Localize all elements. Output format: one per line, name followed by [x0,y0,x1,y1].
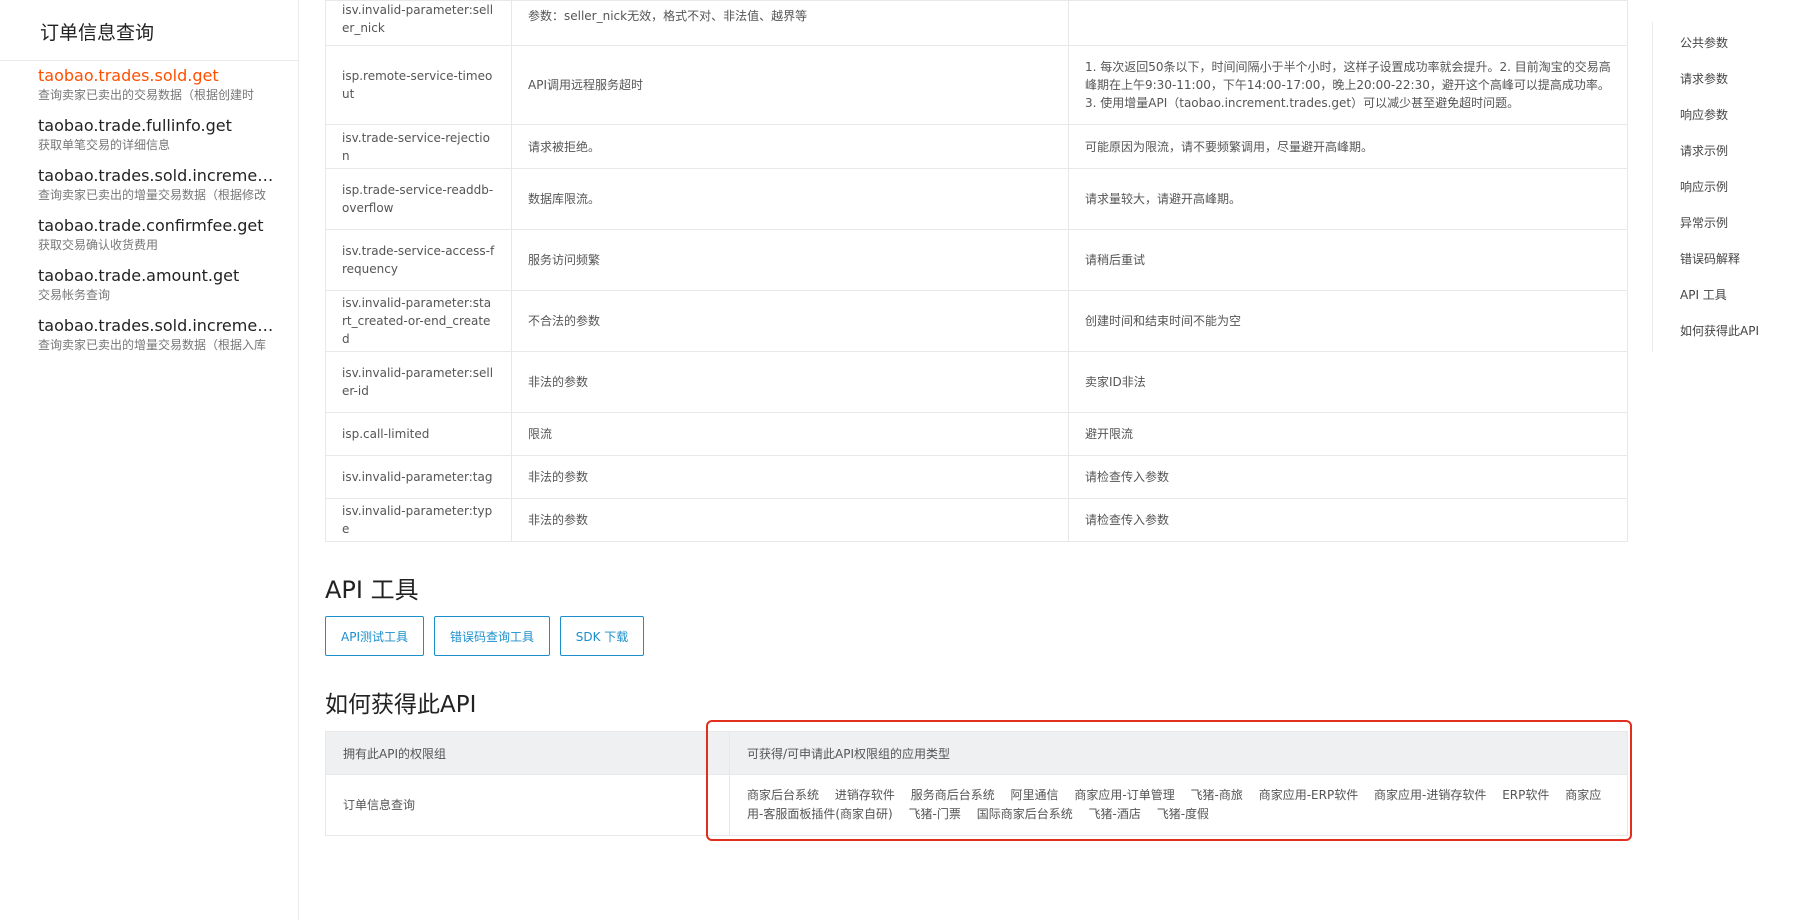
table-row: 订单信息查询 商家后台系统 进销存软件 服务商后台系统 阿里通信 商家应用-订单… [325,774,1628,836]
app-type: 商家应用-订单管理 [1074,788,1175,802]
app-types-header: 可获得/可申请此API权限组的应用类型 [729,731,1628,775]
table-header-row: 拥有此API的权限组 可获得/可申请此API权限组的应用类型 [325,731,1628,775]
table-row: isv.invalid-parameter:seller-id 非法的参数 卖家… [325,351,1628,413]
table-row: isp.call-limited 限流 避开限流 [325,412,1628,456]
permission-table: 拥有此API的权限组 可获得/可申请此API权限组的应用类型 订单信息查询 商家… [325,731,1628,836]
permission-group: 订单信息查询 [325,774,730,836]
error-code: isv.invalid-parameter:start_created-or-e… [325,290,512,352]
app-type: 飞猪-酒店 [1088,807,1141,821]
error-code: isp.trade-service-readdb-overflow [325,168,512,230]
error-solution: 卖家ID非法 [1068,351,1628,413]
app-type: 进销存软件 [834,788,895,802]
nav-error-codes[interactable]: 错误码解释 [1680,250,1740,267]
nav-api-tools[interactable]: API 工具 [1680,286,1727,303]
error-code: isv.trade-service-access-frequency [325,229,512,291]
app-type: 阿里通信 [1010,788,1059,802]
nav-exception-example[interactable]: 异常示例 [1680,214,1728,231]
api-name: taobao.trades.sold.incrementv.get [38,316,274,335]
error-code: isp.remote-service-timeout [325,45,512,125]
error-solution [1068,0,1628,46]
error-solution: 避开限流 [1068,412,1628,456]
api-desc: 查询卖家已卖出的交易数据（根据创建时 [38,88,255,102]
app-type: 商家应用-进销存软件 [1374,788,1487,802]
error-solution: 1. 每次返回50条以下，时间间隔小于半个小时，这样子设置成功率就会提升。2. … [1068,45,1628,125]
sidebar: 订单信息查询 taobao.trades.sold.get 查询卖家已卖出的交易… [0,0,299,920]
sidebar-divider [0,60,298,61]
app-type: 飞猪-门票 [908,807,961,821]
table-row: isp.remote-service-timeout API调用远程服务超时 1… [325,45,1628,125]
error-code: isv.invalid-parameter:seller_nick [325,0,512,46]
nav-response-params[interactable]: 响应参数 [1680,106,1728,123]
error-code-table: isv.invalid-parameter:seller_nick 参数：sel… [325,0,1628,542]
nav-request-params[interactable]: 请求参数 [1680,70,1728,87]
app-type: 服务商后台系统 [910,788,995,802]
sidebar-item-trades-sold-get[interactable]: taobao.trades.sold.get 查询卖家已卖出的交易数据（根据创建… [38,66,274,103]
app-type: ERP软件 [1502,788,1550,802]
error-solution: 可能原因为限流，请不要频繁调用，尽量避开高峰期。 [1068,124,1628,169]
error-code: isv.invalid-parameter:type [325,498,512,542]
api-desc: 获取交易确认收货费用 [38,238,159,252]
error-message: 服务访问频繁 [511,229,1069,291]
api-name: taobao.trades.sold.increment.get [38,166,274,185]
app-type: 商家后台系统 [747,788,820,802]
nav-response-example[interactable]: 响应示例 [1680,178,1728,195]
table-row: isv.invalid-parameter:seller_nick 参数：sel… [325,0,1628,46]
api-desc: 获取单笔交易的详细信息 [38,138,171,152]
error-message: 不合法的参数 [511,290,1069,352]
app-types-list: 商家后台系统 进销存软件 服务商后台系统 阿里通信 商家应用-订单管理 飞猪-商… [729,774,1628,836]
api-desc: 查询卖家已卖出的增量交易数据（根据修改 [38,188,267,202]
api-tools-heading: API 工具 [325,576,419,604]
error-solution: 请检查传入参数 [1068,455,1628,499]
sidebar-item-trade-fullinfo-get[interactable]: taobao.trade.fullinfo.get 获取单笔交易的详细信息 [38,116,274,153]
error-message: 参数：seller_nick无效，格式不对、非法值、越界等 [511,0,1069,46]
error-solution: 请求量较大，请避开高峰期。 [1068,168,1628,230]
error-code-query-button[interactable]: 错误码查询工具 [434,616,550,656]
table-row: isv.invalid-parameter:start_created-or-e… [325,290,1628,352]
sdk-download-button[interactable]: SDK 下载 [560,616,644,656]
sidebar-item-trade-confirmfee-get[interactable]: taobao.trade.confirmfee.get 获取交易确认收货费用 [38,216,274,253]
api-name: taobao.trade.amount.get [38,266,240,285]
api-test-tool-button[interactable]: API测试工具 [325,616,424,656]
sidebar-item-trade-amount-get[interactable]: taobao.trade.amount.get 交易帐务查询 [38,266,274,303]
app-type: 商家应用-ERP软件 [1258,788,1359,802]
error-code: isp.call-limited [325,412,512,456]
api-name: taobao.trade.fullinfo.get [38,116,232,135]
nav-public-params[interactable]: 公共参数 [1680,34,1728,51]
permission-group-header: 拥有此API的权限组 [325,731,730,775]
api-desc: 查询卖家已卖出的增量交易数据（根据入库 [38,338,267,352]
error-message: 限流 [511,412,1069,456]
error-solution: 创建时间和结束时间不能为空 [1068,290,1628,352]
sidebar-item-trades-sold-increment-get[interactable]: taobao.trades.sold.increment.get 查询卖家已卖出… [38,166,274,203]
sidebar-title: 订单信息查询 [40,22,155,44]
main-content: isv.invalid-parameter:seller_nick 参数：sel… [325,0,1628,542]
nav-how-to-get-api[interactable]: 如何获得此API [1680,322,1759,339]
error-code: isv.invalid-parameter:tag [325,455,512,499]
sidebar-item-trades-sold-incrementv-get[interactable]: taobao.trades.sold.incrementv.get 查询卖家已卖… [38,316,274,353]
error-message: 数据库限流。 [511,168,1069,230]
error-message: 非法的参数 [511,455,1069,499]
table-row: isv.invalid-parameter:tag 非法的参数 请检查传入参数 [325,455,1628,499]
api-desc: 交易帐务查询 [38,288,111,302]
error-solution: 请检查传入参数 [1068,498,1628,542]
error-solution: 请稍后重试 [1068,229,1628,291]
app-type: 国际商家后台系统 [976,807,1073,821]
app-type: 飞猪-商旅 [1190,788,1243,802]
table-row: isv.trade-service-access-frequency 服务访问频… [325,229,1628,291]
error-code: isv.trade-service-rejection [325,124,512,169]
error-message: 请求被拒绝。 [511,124,1069,169]
table-row: isv.trade-service-rejection 请求被拒绝。 可能原因为… [325,124,1628,169]
app-type: 飞猪-度假 [1156,807,1210,821]
table-row: isv.invalid-parameter:type 非法的参数 请检查传入参数 [325,498,1628,542]
nav-request-example[interactable]: 请求示例 [1680,142,1728,159]
error-message: API调用远程服务超时 [511,45,1069,125]
error-message: 非法的参数 [511,498,1069,542]
error-message: 非法的参数 [511,351,1069,413]
table-row: isp.trade-service-readdb-overflow 数据库限流。… [325,168,1628,230]
anchor-nav: 公共参数 请求参数 响应参数 请求示例 响应示例 异常示例 错误码解释 API … [1652,22,1794,352]
howto-heading: 如何获得此API [325,692,477,718]
error-code: isv.invalid-parameter:seller-id [325,351,512,413]
api-name: taobao.trade.confirmfee.get [38,216,264,235]
api-name: taobao.trades.sold.get [38,66,219,85]
